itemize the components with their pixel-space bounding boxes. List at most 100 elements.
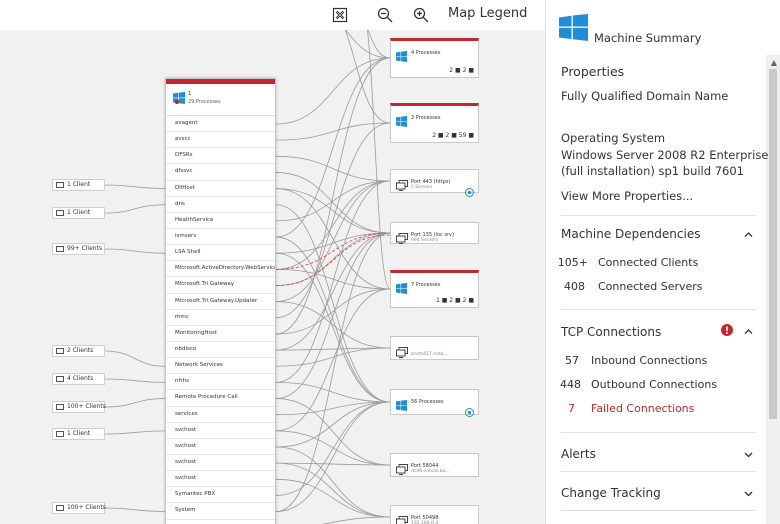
monitor-stack-icon: [396, 180, 408, 191]
server-node[interactable]: Port 443 (https) 5 Servers: [390, 169, 479, 197]
connection-line: [275, 236, 391, 403]
panel-scrollbar[interactable]: [766, 55, 780, 524]
zoom-in-button[interactable]: [410, 5, 432, 25]
monitor-icon: [56, 404, 64, 410]
process-row[interactable]: svchost: [166, 455, 275, 472]
connection-line: [359, 0, 391, 290]
server-node-subtitle: 5 Servers: [411, 185, 433, 190]
monitor-stack-icon: [396, 229, 408, 248]
server-node[interactable]: 4 Processes 2 ■ 2 ■: [390, 38, 479, 78]
machine-node[interactable]: 1 29 Processes avagent avscc DFSRs dfssvc Dl…: [165, 78, 276, 524]
server-node[interactable]: Port 50498 192.168.0.4: [390, 505, 479, 524]
monitor-stack-icon: [396, 233, 408, 244]
process-row[interactable]: Network Services: [166, 358, 275, 375]
client-group-node[interactable]: 4 Clients: [52, 373, 105, 385]
monitor-stack-icon: [396, 516, 408, 524]
windows-logo-icon: [396, 47, 407, 66]
process-row[interactable]: svchost: [166, 471, 275, 488]
chevron-up-icon[interactable]: [744, 327, 753, 336]
server-node[interactable]: Port 135 (loc srv) 994 Servers: [390, 222, 479, 244]
process-row[interactable]: avagent: [166, 116, 275, 133]
monitor-stack-icon: [396, 347, 408, 358]
view-more-properties-link[interactable]: View More Properties...: [561, 189, 693, 203]
connection-line: [275, 347, 391, 367]
machine-node-header: 1 29 Processes: [166, 84, 275, 116]
process-row[interactable]: Symantec PBX: [166, 487, 275, 504]
chevron-up-icon[interactable]: [744, 230, 753, 239]
map-legend-button[interactable]: Map Legend: [448, 6, 527, 21]
monitor-icon: [56, 246, 64, 252]
process-row[interactable]: avscc: [166, 132, 275, 149]
connection-line: [275, 401, 391, 512]
connection-line: [275, 252, 391, 403]
client-group-node[interactable]: 2 Clients: [52, 345, 105, 357]
server-node[interactable]: 56 Processes: [390, 389, 479, 417]
change-tracking-heading[interactable]: Change Tracking: [561, 486, 661, 500]
dependency-map[interactable]: 1 Client 1 Client 99+ Clients 2 Clients 4 Cl…: [0, 0, 545, 524]
fit-to-screen-button[interactable]: [329, 5, 351, 25]
process-row[interactable]: Microsoft.Tri.Gateway: [166, 277, 275, 294]
scroll-up-arrow-icon[interactable]: ▲: [771, 58, 777, 67]
connection-line: [104, 248, 166, 254]
process-row[interactable]: mmc: [166, 310, 275, 326]
client-group-node[interactable]: 99+ Clients: [52, 243, 105, 255]
windows-logo-icon: [396, 279, 407, 298]
client-group-node[interactable]: 1 Client: [52, 179, 105, 191]
client-group-label: 1 Client: [67, 181, 91, 188]
server-node[interactable]: 7 Processes 1 ■ 2 ■ 2 ■: [390, 270, 479, 308]
client-group-node[interactable]: 1 Client: [52, 207, 105, 219]
monitor-icon: [56, 182, 64, 188]
client-group-node[interactable]: 100+ Clients: [52, 401, 106, 413]
process-row[interactable]: Microsoft.Tri.Gateway.Updater: [166, 294, 275, 310]
failed-connections-count[interactable]: 7: [551, 402, 575, 415]
dependencies-heading[interactable]: Machine Dependencies: [561, 227, 700, 241]
process-row[interactable]: Remote Procedure Call: [166, 390, 275, 407]
info-icon[interactable]: [465, 402, 474, 421]
connected-servers-count: 408: [564, 280, 585, 293]
process-row[interactable]: dfssvc: [166, 164, 275, 181]
alerts-heading[interactable]: Alerts: [561, 447, 596, 461]
map-toolbar: Map Legend: [0, 0, 545, 30]
tcp-connections-heading[interactable]: TCP Connections: [561, 325, 661, 339]
zoom-out-button[interactable]: [374, 5, 396, 25]
process-row[interactable]: services: [166, 407, 275, 423]
process-row[interactable]: ismserv: [166, 229, 275, 246]
process-row[interactable]: dns: [166, 197, 275, 213]
chevron-down-icon[interactable]: [744, 489, 753, 498]
chevron-down-icon[interactable]: [744, 450, 753, 459]
process-row[interactable]: DFSRs: [166, 148, 275, 165]
server-node-badges: 2 ■ 2 ■ 59 ■: [432, 132, 474, 139]
monitor-stack-icon: [396, 460, 408, 479]
monitor-stack-icon: [396, 343, 408, 362]
server-node[interactable]: Port 58044 dcd6.netsas.ba...: [390, 453, 479, 477]
process-row[interactable]: System: [166, 503, 275, 520]
process-row[interactable]: nbdisco: [166, 342, 275, 359]
server-node[interactable]: 2 Processes 2 ■ 2 ■ 59 ■: [390, 103, 479, 143]
monitor-icon: [56, 505, 64, 511]
server-node[interactable]: bnrth417.reda...: [390, 336, 479, 360]
client-group-node[interactable]: 100+ Clients: [52, 502, 106, 514]
connection-line: [275, 172, 391, 234]
process-row[interactable]: Terminal Services: [166, 520, 275, 524]
process-row[interactable]: nfrhs: [166, 374, 275, 391]
failed-connections-link[interactable]: Failed Connections: [591, 402, 694, 415]
server-node-title: 56 Processes: [411, 399, 444, 405]
info-icon[interactable]: [465, 182, 474, 201]
connection-line: [104, 507, 166, 512]
process-row[interactable]: Microsoft.ActiveDirectory.WebServices: [166, 261, 275, 278]
server-node-subtitle: bnrth417.reda...: [411, 352, 448, 357]
process-row[interactable]: DllHost: [166, 181, 275, 197]
monitor-icon: [56, 376, 64, 382]
client-group-node[interactable]: 1 Client: [52, 428, 105, 440]
connection-line: [275, 430, 391, 466]
outbound-connections-count: 448: [560, 378, 581, 391]
process-row[interactable]: HealthService: [166, 213, 275, 229]
connection-line: [275, 478, 391, 518]
process-row[interactable]: LSA Shell: [166, 245, 275, 262]
divider: [561, 471, 755, 472]
fit-to-screen-icon: [332, 7, 348, 23]
scrollbar-thumb[interactable]: [769, 69, 777, 419]
process-row[interactable]: MonitoringHost: [166, 326, 275, 342]
process-row[interactable]: svchost: [166, 423, 275, 439]
process-row[interactable]: svchost: [166, 439, 275, 455]
